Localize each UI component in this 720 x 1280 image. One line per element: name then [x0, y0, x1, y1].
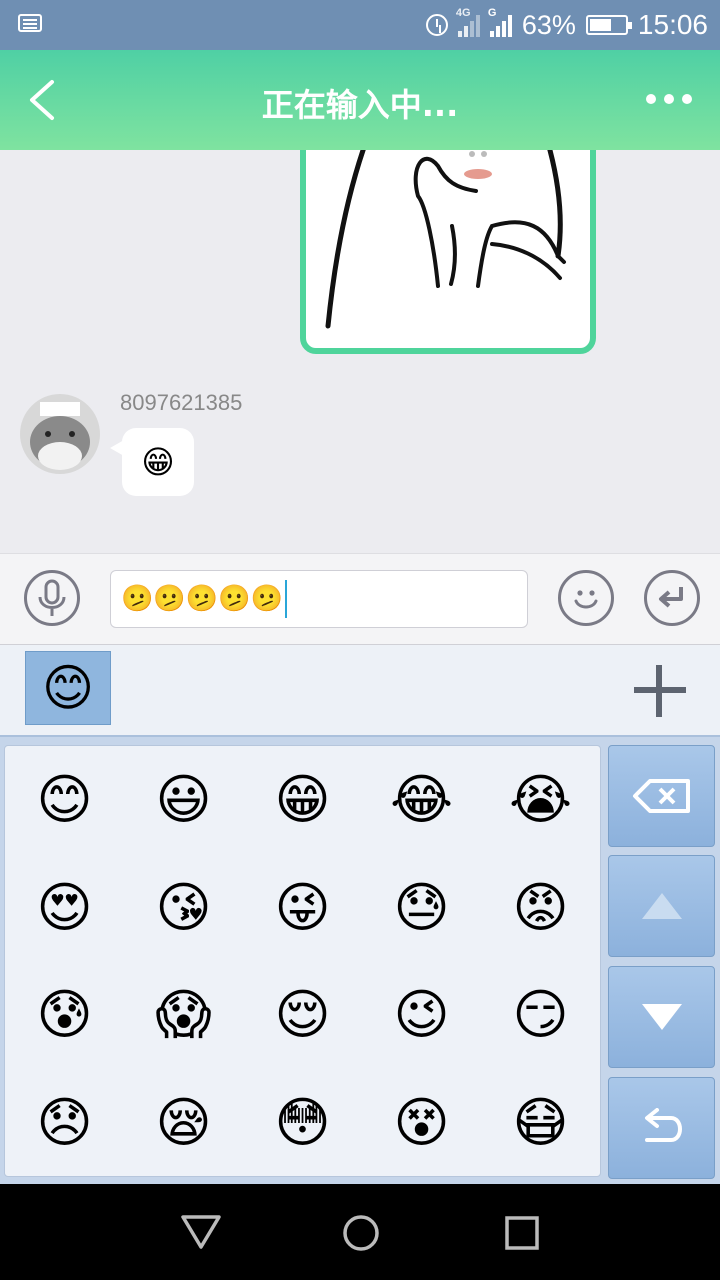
message-emoji: 😁: [141, 443, 175, 481]
emoji-key[interactable]: 😵: [362, 1069, 481, 1177]
smiley-icon: [574, 590, 598, 609]
emoji-grid: 😊 😃 😁 😂 😭 😍 😘 😜 😓 😡 😰 😱 😌 😉 😏 😞 😪 😳 😵 😷: [4, 745, 601, 1177]
undo-arrow-icon: [644, 1108, 682, 1142]
delete-button[interactable]: [608, 745, 715, 847]
avatar[interactable]: [20, 394, 100, 474]
emoji-key[interactable]: 😉: [362, 961, 481, 1069]
microphone-button[interactable]: [24, 570, 80, 626]
system-navigation-bar: [0, 1184, 720, 1280]
emoji-key[interactable]: 😓: [362, 854, 481, 962]
nav-recents-icon[interactable]: [504, 1215, 540, 1251]
battery-icon: [585, 15, 632, 35]
emoji-key[interactable]: 😏: [481, 961, 600, 1069]
emoji-button[interactable]: [558, 570, 614, 626]
text-caret: [284, 580, 287, 618]
sender-id: 8097621385: [120, 390, 243, 415]
network-type-1: 4G: [455, 7, 471, 19]
page-title: 正在输入中...: [261, 86, 459, 124]
status-bar: 4G G 63% 15:06: [0, 0, 720, 50]
battery-percent: 63%: [521, 9, 576, 40]
sticker-drawing: [325, 150, 566, 329]
signal-g-icon: G: [488, 7, 512, 37]
emoji-category-bar: 😊: [0, 645, 720, 737]
send-button[interactable]: [644, 570, 700, 626]
message-input-text: 🫤🫤🫤🫤🫤: [121, 584, 283, 614]
triangle-up-icon: [641, 893, 682, 919]
emoji-key[interactable]: 😡: [481, 854, 600, 962]
emoji-key[interactable]: 😱: [124, 961, 243, 1069]
page-down-button[interactable]: [608, 966, 715, 1068]
signal-4g-icon: 4G: [456, 7, 480, 37]
emoji-key[interactable]: 😞: [5, 1069, 124, 1177]
sticker-message[interactable]: [300, 150, 596, 354]
message-bubble[interactable]: 😁: [110, 428, 194, 496]
more-options-icon[interactable]: [646, 84, 696, 114]
keyboard-icon: [18, 14, 42, 32]
emoji-key[interactable]: 😃: [124, 746, 243, 854]
emoji-key[interactable]: 😍: [5, 854, 124, 962]
emoji-key[interactable]: 😭: [481, 746, 600, 854]
nav-back-icon[interactable]: [180, 1214, 222, 1250]
clock: 15:06: [637, 9, 708, 40]
emoji-key[interactable]: 😌: [243, 961, 362, 1069]
add-emoji-icon[interactable]: [634, 665, 686, 717]
nav-home-icon[interactable]: [342, 1214, 380, 1252]
microphone-icon: [38, 579, 66, 616]
page-up-button[interactable]: [608, 855, 715, 957]
message-input[interactable]: 🫤🫤🫤🫤🫤: [110, 570, 528, 628]
emoji-key[interactable]: 😳: [243, 1069, 362, 1177]
emoji-key[interactable]: 😁: [243, 746, 362, 854]
network-type-2: G: [487, 7, 497, 19]
emoji-tab-selected[interactable]: 😊: [25, 651, 111, 725]
emoji-key[interactable]: 😜: [243, 854, 362, 962]
triangle-down-icon: [641, 1004, 682, 1030]
input-bar: 🫤🫤🫤🫤🫤: [0, 553, 720, 645]
emoji-key[interactable]: 😪: [124, 1069, 243, 1177]
chat-area[interactable]: 8097621385 😁: [0, 150, 720, 553]
emoji-key[interactable]: 😰: [5, 961, 124, 1069]
emoji-key[interactable]: 😊: [5, 746, 124, 854]
emoji-key[interactable]: 😘: [124, 854, 243, 962]
backspace-icon: [632, 779, 690, 813]
emoji-key[interactable]: 😂: [362, 746, 481, 854]
return-button[interactable]: [608, 1077, 715, 1179]
emoji-keyboard: 😊 😃 😁 😂 😭 😍 😘 😜 😓 😡 😰 😱 😌 😉 😏 😞 😪 😳 😵 😷: [0, 737, 720, 1184]
title-bar: 正在输入中...: [0, 50, 720, 150]
enter-icon: [659, 587, 683, 608]
emoji-key[interactable]: 😷: [481, 1069, 600, 1177]
alarm-icon: [425, 14, 448, 36]
